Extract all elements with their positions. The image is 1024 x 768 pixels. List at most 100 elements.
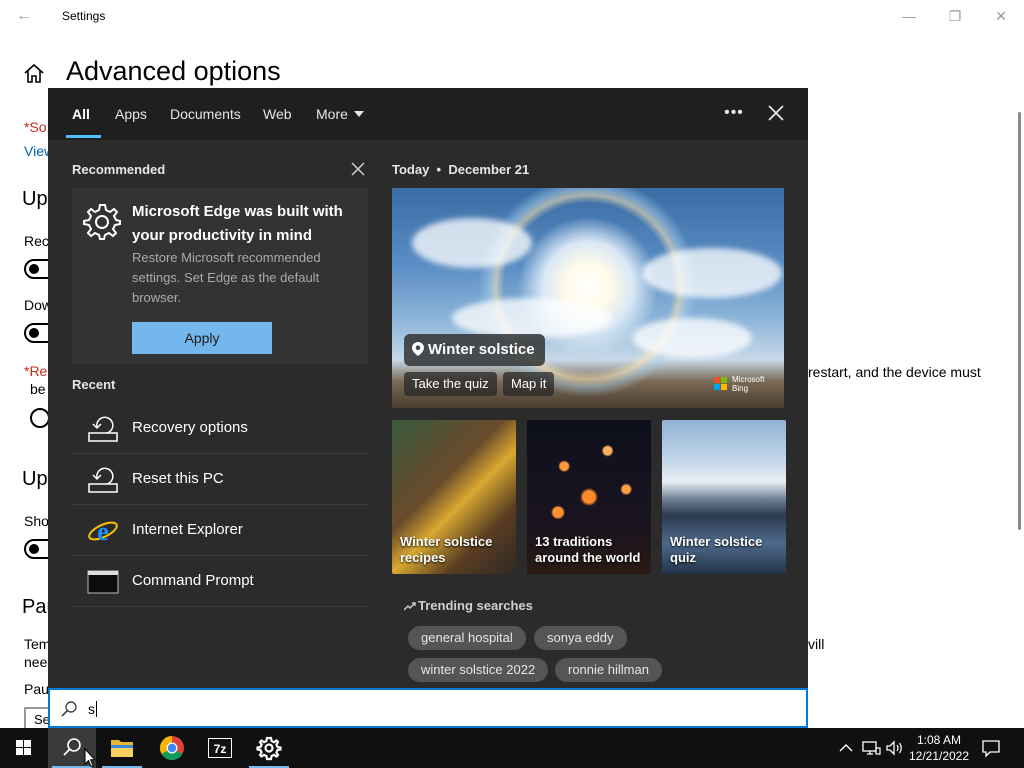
update-notifications-heading: Up (22, 468, 48, 490)
svg-text:7z: 7z (214, 742, 227, 756)
hero-image-card[interactable]: Winter solstice Take the quiz Map it Mic… (392, 188, 784, 408)
map-it-chip[interactable]: Map it (503, 372, 555, 396)
settings-taskbar-button[interactable] (245, 728, 293, 768)
page-title: Advanced options (66, 56, 281, 86)
volume-icon[interactable] (884, 738, 904, 758)
tile-caption: 13 traditions around the world (535, 534, 641, 565)
windows-logo-icon (16, 740, 31, 755)
mouse-cursor-icon (84, 748, 96, 768)
active-tab-indicator (66, 135, 101, 138)
microsoft-bing-logo: Microsoft Bing (714, 374, 774, 394)
trending-chip-general-hospital[interactable]: general hospital (408, 626, 526, 650)
restart-note-continued: be (30, 381, 46, 397)
search-flyout: All Apps Documents Web More ••• Recommen… (48, 88, 808, 688)
gear-icon (83, 204, 121, 240)
restart-radio[interactable] (30, 408, 50, 428)
recovery-icon (88, 416, 118, 442)
tile-winter-solstice-quiz[interactable]: Winter solstice quiz (662, 420, 786, 574)
location-pin-icon (412, 342, 424, 356)
recommendation-description: Restore Microsoft recommended settings. … (132, 250, 321, 305)
show-notification-label: Sho (24, 513, 49, 529)
recommendation-card: Microsoft Edge was built with your produ… (72, 188, 368, 364)
command-prompt-icon (87, 570, 119, 594)
search-box[interactable]: s (48, 688, 808, 728)
recommendation-title: Microsoft Edge was built with your produ… (132, 203, 343, 244)
trending-chip-winter-solstice-2022[interactable]: winter solstice 2022 (408, 658, 549, 682)
tab-more[interactable]: More (316, 106, 364, 122)
tab-all[interactable]: All (72, 106, 90, 122)
more-options-icon[interactable]: ••• (722, 101, 746, 125)
trending-label: Trending searches (418, 598, 533, 613)
clock-time: 1:08 AM (916, 733, 962, 747)
trending-chip-sonya-eddy[interactable]: sonya eddy (534, 626, 627, 650)
7-zip-button[interactable]: 7z (196, 728, 244, 768)
system-clock[interactable]: 1:08 AM 12/21/2022 (906, 732, 972, 764)
apply-button[interactable]: Apply (132, 322, 272, 354)
hero-title: Winter solstice (428, 341, 535, 358)
search-query: s (88, 701, 95, 717)
chrome-icon (159, 736, 184, 761)
close-icon[interactable] (764, 101, 788, 125)
tile-caption: Winter solstice recipes (400, 534, 493, 565)
gear-icon (256, 736, 282, 761)
chrome-button[interactable] (148, 728, 196, 768)
taskbar: 7z 1:08 AM 12/21/2022 (0, 728, 1024, 768)
recent-item-label: Command Prompt (132, 572, 254, 589)
today-prefix: Today (392, 162, 430, 177)
text-cursor (96, 701, 97, 717)
recommended-label: Recommended (72, 162, 166, 177)
recent-item-recovery-options[interactable]: Recovery options (72, 403, 368, 454)
notification-center-icon[interactable] (981, 738, 1001, 758)
tab-web[interactable]: Web (263, 106, 292, 122)
tile-13-traditions[interactable]: 13 traditions around the world (527, 420, 651, 574)
home-icon[interactable] (22, 62, 46, 86)
search-input[interactable]: s (88, 701, 97, 717)
search-icon (61, 701, 77, 717)
pause-description-2: nee (24, 654, 48, 670)
recent-item-reset-this-pc[interactable]: Reset this PC (72, 454, 368, 505)
search-tabs-bar: All Apps Documents Web More ••• (48, 88, 808, 140)
caret-down-icon (353, 111, 364, 117)
restart-note-right: restart, and the device must (808, 364, 981, 380)
today-heading: Today • December 21 (392, 162, 530, 177)
today-date: December 21 (448, 162, 530, 177)
hero-title-pill[interactable]: Winter solstice (404, 334, 545, 366)
title-bar: ← Settings — ❐ ✕ (0, 0, 1024, 32)
restart-requirement-note: *Re (24, 363, 48, 379)
recent-label: Recent (72, 377, 116, 392)
receive-updates-label: Rec (24, 233, 49, 249)
cloud-shape (632, 318, 752, 358)
tab-more-label: More (316, 106, 348, 122)
take-the-quiz-chip[interactable]: Take the quiz (404, 372, 497, 396)
tab-documents[interactable]: Documents (170, 106, 241, 122)
tab-apps[interactable]: Apps (115, 106, 147, 122)
restore-button[interactable]: ❐ (932, 0, 978, 32)
minimize-button[interactable]: — (886, 0, 932, 32)
recent-item-label: Internet Explorer (132, 521, 243, 538)
start-button[interactable] (0, 728, 48, 768)
svg-text:e: e (97, 517, 109, 545)
cloud-shape (642, 248, 782, 298)
cloud-shape (412, 218, 532, 268)
dismiss-recommendation-icon[interactable] (350, 161, 366, 177)
back-arrow-icon[interactable]: ← (14, 6, 34, 26)
recent-item-internet-explorer[interactable]: e Internet Explorer (72, 505, 368, 556)
internet-explorer-icon: e (88, 517, 118, 545)
7zip-icon: 7z (208, 738, 232, 758)
update-heading: Up (22, 188, 48, 210)
pause-description-right: vill (808, 636, 825, 652)
pause-description-1: Tem (24, 636, 51, 652)
tile-caption: Winter solstice quiz (670, 534, 763, 565)
file-explorer-button[interactable] (98, 728, 146, 768)
trending-icon (404, 602, 416, 611)
tile-winter-solstice-recipes[interactable]: Winter solstice recipes (392, 420, 516, 574)
scrollbar-thumb[interactable] (1018, 112, 1021, 530)
close-window-button[interactable]: ✕ (978, 0, 1024, 32)
reset-icon (88, 467, 118, 493)
recent-item-command-prompt[interactable]: Command Prompt (72, 556, 368, 607)
trending-chip-ronnie-hillman[interactable]: ronnie hillman (555, 658, 662, 682)
recent-item-label: Reset this PC (132, 470, 224, 487)
network-icon[interactable] (861, 738, 881, 758)
trending-heading: Trending searches (404, 598, 533, 613)
chevron-up-icon[interactable] (836, 738, 856, 758)
